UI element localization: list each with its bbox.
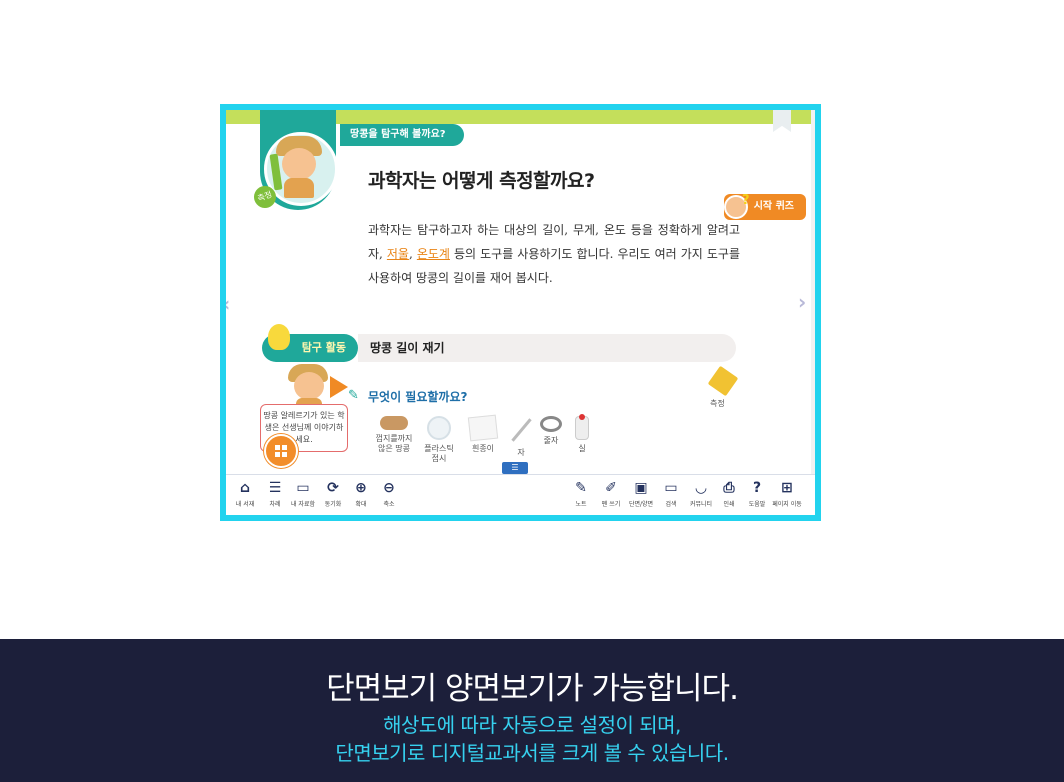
material-item: 줄자 [536,416,566,446]
thermometer-link[interactable]: 온도계 [417,247,450,261]
toolbar-note[interactable]: ✎ 노트 [564,479,598,508]
toolbar-search[interactable]: ▭ 검색 [654,479,688,508]
toolbar-label: 내 자료함 [291,501,315,508]
toolbar-label: 축소 [383,501,395,508]
subject-tag: 땅콩을 탐구해 볼까요? [340,124,464,146]
materials-heading-label: 무엇이 필요할까요? [368,390,468,404]
caption-line-1: 해상도에 따라 자동으로 설정이 되며, [383,713,681,737]
material-label: 플라스틱 접시 [424,444,454,463]
material-item: 플라스틱 접시 [420,416,458,464]
toolbar-my-files[interactable]: ▭ 내 자료함 [286,479,320,508]
pen-icon: ✐ [605,480,617,496]
start-quiz-button[interactable]: ? 시작 퀴즈 [724,193,806,220]
pencil-icon: ✎ [348,388,359,403]
measure-ruler-icon[interactable] [707,365,739,397]
toolbar-label: 펜 쓰기 [601,501,621,508]
start-quiz-label: 시작 퀴즈 [753,201,794,212]
character-face-icon [294,372,324,400]
character-face-icon [282,148,316,180]
toolbar-my-library[interactable]: ⌂ 내 서재 [228,479,262,508]
textbook-viewer: 측정 땅콩을 탐구해 볼까요? 과학자는 어떻게 측정할까요? ? 시작 퀴즈 … [226,110,815,515]
caption-line-2: 단면보기로 디지털교과서를 크게 볼 수 있습니다. [335,741,729,765]
folder-icon: ▭ [296,480,310,496]
toolbar-label: 인쇄 [723,501,735,508]
materials-heading: ✎ 무엇이 필요할까요? [348,388,468,405]
material-item: 껍지를까지 않은 땅콩 [374,416,414,454]
ruler-icon [510,418,532,442]
next-page-arrow-icon[interactable]: › [798,290,806,314]
grid-icon: ⊞ [781,480,793,496]
material-label: 껍지를까지 않은 땅콩 [375,434,413,453]
material-item: 자 [508,416,534,458]
lesson-title: 과학자는 어떻게 측정할까요? [368,170,595,192]
dish-icon [427,416,451,440]
toolbar-pen[interactable]: ✐ 펜 쓰기 [594,479,628,508]
paper-icon [467,414,499,442]
toolbar-toggle-handle[interactable]: ☰ [502,462,528,474]
caption-title: 단면보기 양면보기가 가능합니다. [326,671,739,707]
toolbar-label: 노트 [575,501,587,508]
note-icon: ✎ [575,480,587,496]
bottom-toolbar: ⌂ 내 서재 ☰ 차례 ▭ 내 자료함 ⟳ 동기화 ⊕ 확대 ⊖ 축소 ✎ 노트… [226,474,815,515]
activity-label: 탐구 활동 [301,341,346,354]
lesson-body-text: 과학자는 탐구하고자 하는 대상의 길이, 무게, 온도 등을 정확하게 알려고… [368,218,740,290]
toolbar-help[interactable]: ? 도움말 [740,479,774,508]
grid-icon [275,445,287,457]
hamburger-icon: ☰ [511,463,519,472]
scrollbar[interactable] [811,110,815,478]
activity-badge: 탐구 활동 [262,324,358,362]
monitor-icon: ▣ [634,480,648,496]
toolbar-label: 커뮤니티 [689,501,713,508]
viewer-screenshot-frame: 측정 땅콩을 탐구해 볼까요? 과학자는 어떻게 측정할까요? ? 시작 퀴즈 … [220,104,821,521]
feature-caption-banner: 단면보기 양면보기가 가능합니다. 해상도에 따라 자동으로 설정이 되며, 단… [0,639,1064,782]
material-label: 흰종이 [471,444,495,453]
bookmark-icon[interactable] [773,110,791,132]
thread-icon [575,414,589,440]
help-icon: ? [752,480,762,496]
peanut-icon [380,416,408,430]
toolbar-label: 도움말 [748,501,766,508]
question-mark-icon: ? [742,193,750,208]
material-label: 자 [517,448,525,457]
character-body-icon [284,178,314,198]
toolbar-label: 확대 [355,501,367,508]
material-item: 실 [570,414,594,454]
activity-title: 땅콩 길이 재기 [370,341,445,355]
quick-menu-button[interactable] [264,434,298,468]
material-item: 흰종이 [466,414,500,454]
book-icon: ⌂ [239,480,251,496]
zoom-out-icon: ⊖ [383,480,395,496]
search-icon: ▭ [664,480,678,496]
thread-cap-icon [579,414,585,420]
toolbar-label: 단면/양면 [628,501,654,508]
prev-page-arrow-icon[interactable]: ‹ [226,292,230,316]
toolbar-single-double[interactable]: ▣ 단면/양면 [624,479,658,508]
toolbar-label: 검색 [665,501,677,508]
material-label: 줄자 [543,436,559,445]
toolbar-label: 차례 [269,501,281,508]
toolbar-zoom-out[interactable]: ⊖ 축소 [372,479,406,508]
toolbar-label: 내 서재 [235,501,255,508]
material-label: 실 [578,444,586,453]
toolbar-label: 페이지 이동 [772,501,802,508]
body-separator: , [408,247,417,261]
tape-measure-icon [540,416,562,432]
play-icon[interactable] [330,376,348,398]
toolbar-page-move[interactable]: ⊞ 페이지 이동 [770,479,804,508]
lightbulb-icon [268,324,290,350]
measure-label: 측정 [710,399,725,408]
toolbar-label: 동기화 [324,501,342,508]
scale-link[interactable]: 저울 [387,247,409,261]
